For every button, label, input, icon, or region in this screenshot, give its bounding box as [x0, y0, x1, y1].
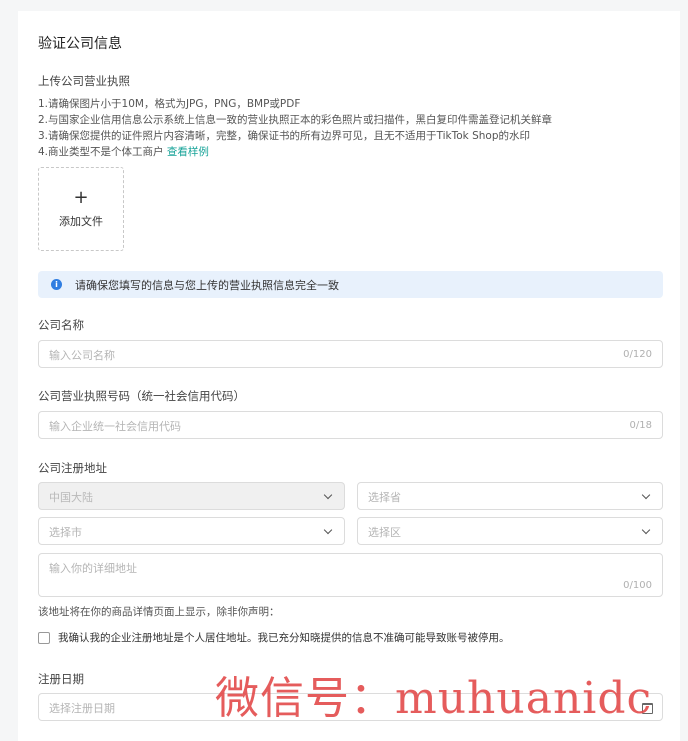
company-name-input[interactable]: 输入公司名称 0/120	[38, 340, 663, 368]
residential-address-checkbox[interactable]	[38, 631, 50, 644]
chevron-down-icon	[323, 525, 333, 535]
province-select[interactable]: 选择省	[357, 482, 663, 510]
requirement-3: 3.请确保您提供的证件照片内容清晰，完整，确保证书的所有边界可见，且无不适用于T…	[38, 130, 530, 142]
register-date-placeholder: 选择注册日期	[49, 702, 115, 715]
watermark-text: 微信号：muhuanidc	[215, 673, 653, 724]
chevron-down-icon	[641, 490, 651, 500]
requirement-1: 1.请确保图片小于10M，格式为JPG，PNG，BMP或PDF	[38, 98, 301, 110]
notice-text: 请确保您填写的信息与您上传的营业执照信息完全一致	[75, 278, 339, 292]
license-number-placeholder: 输入企业统一社会信用代码	[49, 420, 181, 433]
residential-address-checkbox-row[interactable]: 我确认我的企业注册地址是个人居住地址。我已充分知晓提供的信息不准确可能导致账号被…	[38, 630, 510, 645]
info-notice: i 请确保您填写的信息与您上传的营业执照信息完全一致	[38, 271, 663, 298]
address-label: 公司注册地址	[38, 461, 107, 475]
district-select[interactable]: 选择区	[357, 517, 663, 545]
city-placeholder: 选择市	[49, 526, 82, 539]
company-name-counter: 0/120	[623, 349, 652, 360]
company-verification-panel: 验证公司信息 上传公司营业执照 1.请确保图片小于10M，格式为JPG，PNG，…	[18, 11, 680, 741]
country-value: 中国大陆	[49, 491, 93, 504]
section-title: 验证公司信息	[38, 36, 122, 52]
company-name-label: 公司名称	[38, 318, 84, 332]
address-display-note: 该地址将在你的商品详情页面上显示，除非你声明：	[38, 606, 280, 618]
register-date-label: 注册日期	[38, 672, 84, 686]
city-select[interactable]: 选择市	[38, 517, 345, 545]
country-select: 中国大陆	[38, 482, 345, 510]
add-file-label: 添加文件	[59, 215, 103, 228]
upload-license-label: 上传公司营业执照	[38, 74, 130, 88]
license-number-label: 公司营业执照号码（统一社会信用代码）	[38, 389, 245, 403]
residential-address-checkbox-label: 我确认我的企业注册地址是个人居住地址。我已充分知晓提供的信息不准确可能导致账号被…	[58, 632, 510, 644]
requirement-4: 4.商业类型不是个体工商户 查看样例	[38, 144, 209, 159]
license-number-input[interactable]: 输入企业统一社会信用代码 0/18	[38, 411, 663, 439]
add-file-button[interactable]: + 添加文件	[38, 167, 124, 251]
province-placeholder: 选择省	[368, 491, 401, 504]
info-icon: i	[51, 279, 62, 290]
requirement-2: 2.与国家企业信用信息公示系统上信息一致的营业执照正本的彩色照片或扫描件，黑白复…	[38, 114, 553, 126]
detail-address-textarea[interactable]: 输入你的详细地址 0/100	[38, 553, 663, 597]
chevron-down-icon	[641, 525, 651, 535]
detail-address-counter: 0/100	[623, 580, 652, 591]
company-name-placeholder: 输入公司名称	[49, 349, 115, 362]
district-placeholder: 选择区	[368, 526, 401, 539]
view-sample-link[interactable]: 查看样例	[167, 146, 209, 158]
detail-address-placeholder: 输入你的详细地址	[49, 562, 137, 575]
plus-icon: +	[73, 187, 89, 208]
chevron-down-icon	[323, 490, 333, 500]
requirement-4-text: 4.商业类型不是个体工商户	[38, 146, 164, 158]
license-number-counter: 0/18	[629, 420, 652, 431]
